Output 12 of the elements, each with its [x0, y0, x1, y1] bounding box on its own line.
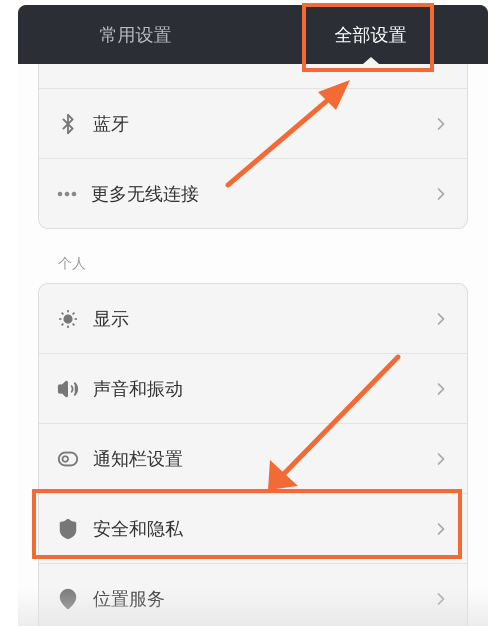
- settings-item[interactable]: 声音和振动: [39, 353, 467, 423]
- more-icon: [57, 190, 77, 196]
- settings-item[interactable]: 安全和隐私: [39, 493, 467, 563]
- brightness-icon: [57, 308, 79, 330]
- settings-item[interactable]: 显示: [39, 284, 467, 353]
- tab[interactable]: 常用设置: [18, 5, 253, 64]
- settings-item[interactable]: 位置服务: [39, 563, 467, 626]
- shield-icon: [57, 518, 79, 540]
- settings-item[interactable]: 更多无线连接: [39, 158, 467, 228]
- section-title: 个人: [57, 255, 87, 274]
- tab[interactable]: 全部设置: [253, 5, 488, 64]
- map-pin-icon: [57, 588, 79, 610]
